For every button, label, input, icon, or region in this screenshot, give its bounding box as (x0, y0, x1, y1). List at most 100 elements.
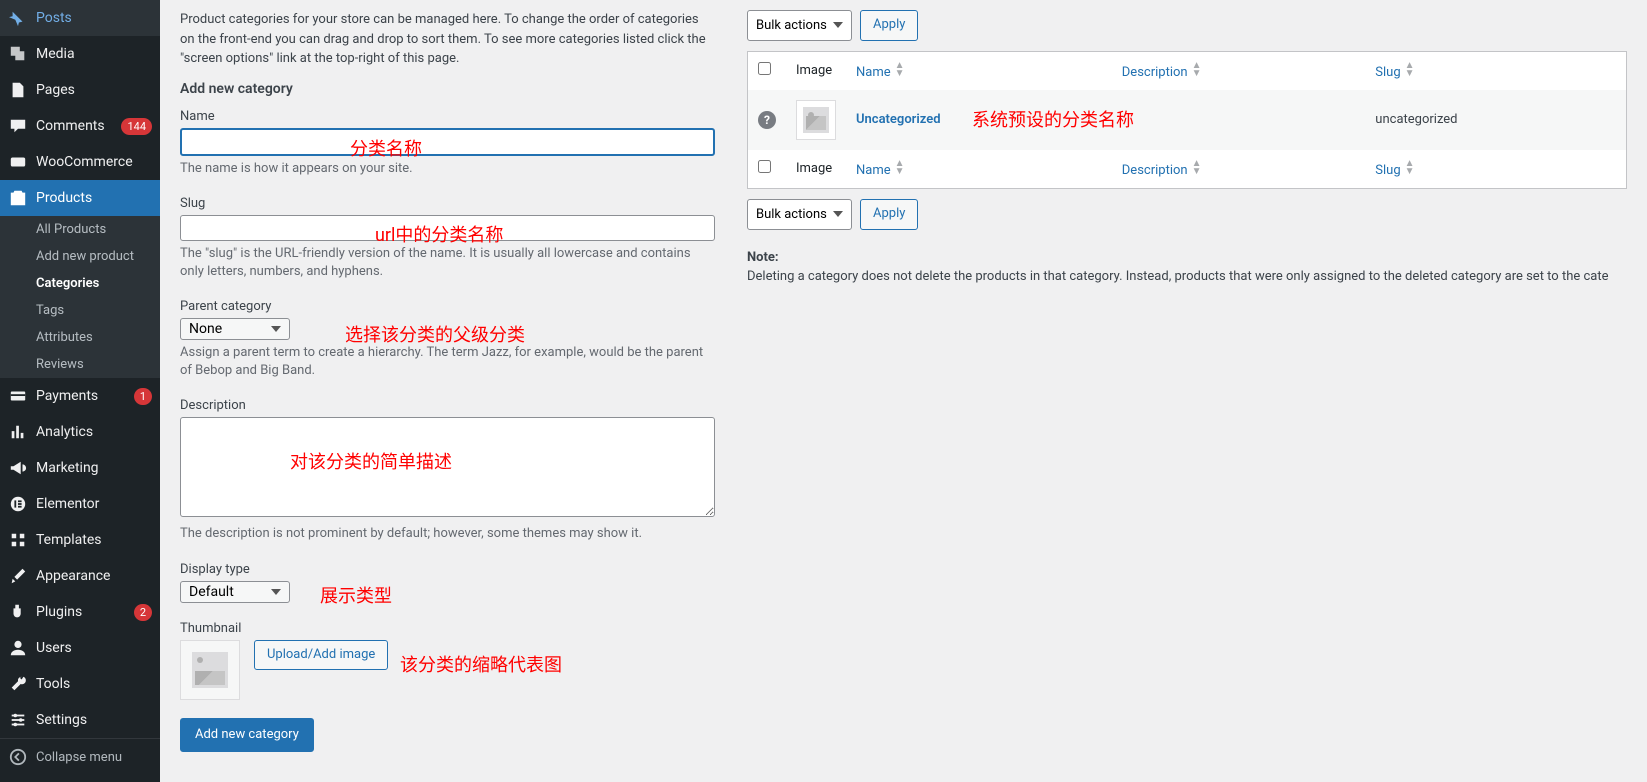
row-slug: uncategorized (1365, 90, 1626, 150)
settings-icon (8, 710, 28, 730)
name-input[interactable] (180, 128, 715, 156)
thumb-label: Thumbnail (180, 621, 715, 636)
placeholder-icon (192, 652, 228, 688)
menu-label: Pages (36, 82, 152, 98)
submenu-add-new[interactable]: Add new product (0, 243, 160, 270)
submit-button[interactable]: Add new category (180, 718, 314, 753)
menu-marketing[interactable]: Marketing (0, 450, 160, 486)
parent-select[interactable]: None (180, 318, 290, 340)
admin-sidebar: Posts Media Pages Comments 144 WooCommer… (0, 0, 160, 782)
slug-field-wrap: Slug url中的分类名称 The "slug" is the URL-fri… (180, 196, 715, 281)
upload-image-button[interactable]: Upload/Add image (254, 640, 388, 671)
apply-top[interactable]: Apply (860, 10, 918, 41)
tablenav-top: Bulk actions Apply (747, 10, 1627, 41)
plugin-icon (8, 602, 28, 622)
collapse-icon (8, 747, 28, 767)
name-field-wrap: Name 分类名称 The name is how it appears on … (180, 109, 715, 178)
megaphone-icon (8, 458, 28, 478)
badge: 144 (121, 118, 152, 135)
placeholder-icon (803, 107, 829, 133)
badge: 1 (134, 388, 152, 405)
pin-icon (8, 8, 28, 28)
menu-plugins[interactable]: Plugins 2 (0, 594, 160, 630)
main-content: Product categories for your store can be… (160, 0, 1647, 782)
payments-icon (8, 386, 28, 406)
menu-label: Payments (36, 388, 134, 404)
display-field-wrap: Display type Default 展示类型 (180, 562, 715, 603)
display-label: Display type (180, 562, 715, 577)
templates-icon (8, 530, 28, 550)
submenu-reviews[interactable]: Reviews (0, 351, 160, 378)
tablenav-bottom: Bulk actions Apply (747, 199, 1627, 230)
wrench-icon (8, 674, 28, 694)
desc-help: The description is not prominent by defa… (180, 525, 715, 543)
select-all-bottom[interactable] (758, 160, 771, 173)
menu-comments[interactable]: Comments 144 (0, 108, 160, 144)
col-desc-sort[interactable]: Description (1122, 65, 1202, 80)
menu-payments[interactable]: Payments 1 (0, 378, 160, 414)
submenu-all-products[interactable]: All Products (0, 216, 160, 243)
menu-label: Analytics (36, 424, 152, 440)
menu-users[interactable]: Users (0, 630, 160, 666)
col-slug-sort-foot[interactable]: Slug (1375, 163, 1414, 178)
menu-appearance[interactable]: Appearance (0, 558, 160, 594)
menu-pages[interactable]: Pages (0, 72, 160, 108)
menu-posts[interactable]: Posts (0, 0, 160, 36)
slug-input[interactable] (180, 215, 715, 241)
form-column: Product categories for your store can be… (180, 10, 715, 752)
elementor-icon (8, 494, 28, 514)
menu-label: Comments (36, 118, 121, 134)
note-section: Note: Deleting a category does not delet… (747, 250, 1627, 284)
collapse-menu[interactable]: Collapse menu (0, 738, 160, 775)
help-icon[interactable]: ? (758, 111, 776, 129)
menu-label: Marketing (36, 460, 152, 476)
sort-icon (1405, 62, 1415, 78)
comment-icon (8, 116, 28, 136)
menu-label: Appearance (36, 568, 152, 584)
media-icon (8, 44, 28, 64)
note-heading: Note: (747, 250, 1627, 265)
desc-textarea[interactable] (180, 417, 715, 517)
submenu-tags[interactable]: Tags (0, 297, 160, 324)
col-name-sort[interactable]: Name (856, 65, 905, 80)
menu-elementor[interactable]: Elementor (0, 486, 160, 522)
menu-label: WooCommerce (36, 154, 152, 170)
desc-label: Description (180, 398, 715, 413)
menu-woocommerce[interactable]: WooCommerce (0, 144, 160, 180)
row-name-link[interactable]: Uncategorized (856, 112, 941, 127)
sort-icon (1192, 160, 1202, 176)
submenu-attributes[interactable]: Attributes (0, 324, 160, 351)
thumb-preview (180, 640, 240, 700)
menu-analytics[interactable]: Analytics (0, 414, 160, 450)
col-name-sort-foot[interactable]: Name (856, 163, 905, 178)
anno-display: 展示类型 (320, 582, 392, 608)
bulk-actions-top[interactable]: Bulk actions (747, 10, 852, 41)
name-label: Name (180, 109, 715, 124)
menu-label: Products (36, 190, 152, 206)
col-image-foot: Image (786, 150, 846, 189)
menu-tools[interactable]: Tools (0, 666, 160, 702)
menu-settings[interactable]: Settings (0, 702, 160, 738)
col-desc-sort-foot[interactable]: Description (1122, 163, 1202, 178)
menu-label: Tools (36, 676, 152, 692)
menu-label: Settings (36, 712, 152, 728)
display-select[interactable]: Default (180, 581, 290, 603)
select-all-top[interactable] (758, 62, 771, 75)
submenu-categories[interactable]: Categories (0, 270, 160, 297)
menu-templates[interactable]: Templates (0, 522, 160, 558)
parent-field-wrap: Parent category None 选择该分类的父级分类 Assign a… (180, 299, 715, 380)
user-icon (8, 638, 28, 658)
menu-label: Templates (36, 532, 152, 548)
note-text: Deleting a category does not delete the … (747, 269, 1609, 284)
menu-label: Users (36, 640, 152, 656)
col-slug-sort[interactable]: Slug (1375, 65, 1414, 80)
menu-products[interactable]: Products (0, 180, 160, 216)
name-help: The name is how it appears on your site. (180, 160, 715, 178)
slug-help: The "slug" is the URL-friendly version o… (180, 245, 715, 281)
apply-bottom[interactable]: Apply (860, 199, 918, 230)
row-image (796, 100, 836, 140)
menu-media[interactable]: Media (0, 36, 160, 72)
bulk-actions-bottom[interactable]: Bulk actions (747, 199, 852, 230)
woo-icon (8, 152, 28, 172)
sort-icon (1192, 62, 1202, 78)
